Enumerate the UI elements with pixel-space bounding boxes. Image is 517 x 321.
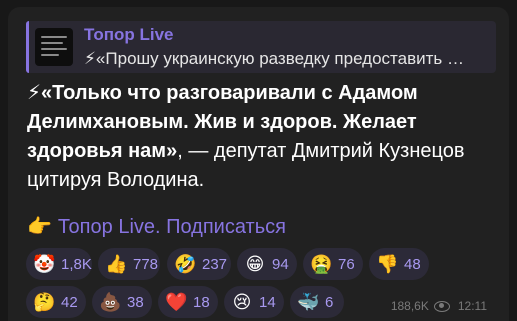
thinking-face-icon: 🤔 (33, 292, 56, 312)
reaction-grinning[interactable]: 😁 94 (237, 248, 297, 280)
heart-icon: ❤️ (165, 292, 188, 312)
message-bubble: Топор Live ⚡«Прошу украинскую разведку п… (8, 7, 509, 321)
reply-channel-name: Топор Live (84, 25, 174, 44)
reaction-rofl[interactable]: 🤣 237 (167, 248, 231, 280)
reaction-count: 1,8K (61, 255, 92, 273)
eye-icon (433, 300, 450, 312)
lightning-icon: ⚡ (27, 82, 42, 104)
reaction-count: 778 (133, 255, 159, 273)
reaction-count: 48 (404, 255, 421, 273)
thumbs-up-icon: 👍 (105, 254, 128, 274)
reaction-nauseated[interactable]: 🤮 76 (303, 248, 363, 280)
grinning-face-icon: 😁 (245, 254, 265, 274)
reaction-crying[interactable]: 😢 14 (224, 286, 284, 318)
reaction-whale[interactable]: 🐳 6 (290, 286, 344, 318)
reaction-thumbs-up[interactable]: 👍 778 (98, 248, 160, 280)
reaction-count: 237 (202, 255, 228, 273)
reaction-count: 94 (272, 255, 289, 273)
subscribe-link[interactable]: 👉 Топор Live. Подписаться (27, 214, 286, 239)
reaction-thumbs-down[interactable]: 👎 48 (369, 248, 429, 280)
reaction-count: 42 (61, 293, 78, 311)
reply-preview[interactable]: Топор Live ⚡«Прошу украинскую разведку п… (26, 21, 496, 73)
reply-thumbnail (35, 28, 73, 66)
reaction-count: 76 (338, 255, 355, 273)
whale-icon: 🐳 (297, 292, 320, 312)
reaction-count: 38 (127, 293, 144, 311)
view-count: 188,6K (390, 299, 429, 313)
nauseated-face-icon: 🤮 (310, 254, 333, 274)
reaction-count: 18 (193, 293, 210, 311)
reaction-heart[interactable]: ❤️ 18 (158, 286, 218, 318)
message-text: ⚡«Только что разговаривали с Адамом Дели… (27, 79, 507, 195)
crying-face-icon: 😢 (232, 292, 252, 312)
thumbs-down-icon: 👎 (376, 254, 399, 274)
poo-icon: 💩 (99, 292, 122, 312)
rofl-icon: 🤣 (174, 254, 197, 274)
reply-accent-bar (26, 21, 29, 73)
reaction-poo[interactable]: 💩 38 (92, 286, 152, 318)
reply-snippet: ⚡«Прошу украинскую разведку предоставить… (84, 49, 464, 68)
clown-face-icon: 🤡 (33, 254, 56, 274)
reaction-clown[interactable]: 🤡 1,8K (26, 248, 92, 280)
pointing-right-icon: 👉 (27, 216, 52, 238)
reaction-thinking[interactable]: 🤔 42 (26, 286, 86, 318)
reaction-count: 6 (325, 293, 334, 311)
message-meta: 188,6K 12:11 (391, 299, 487, 313)
subscribe-link-label: Топор Live. Подписаться (57, 216, 286, 238)
message-time: 12:11 (457, 299, 487, 313)
reaction-count: 14 (259, 293, 276, 311)
